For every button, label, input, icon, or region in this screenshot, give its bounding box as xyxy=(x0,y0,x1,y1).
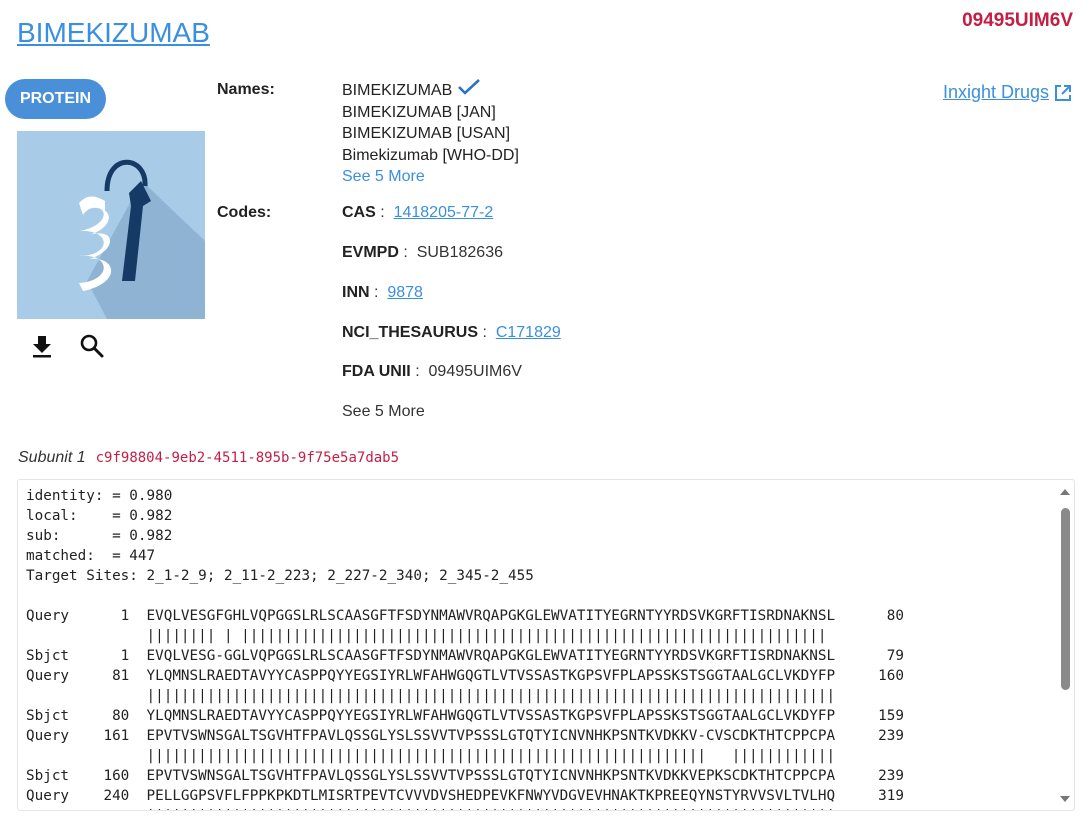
names-see-more-link[interactable]: See 5 More xyxy=(342,168,425,185)
name-item: Bimekizumab [WHO-DD] xyxy=(342,146,519,164)
protein-structure-icon xyxy=(79,159,205,319)
alignment-panel[interactable]: identity: = 0.980 local: = 0.982 sub: = … xyxy=(17,479,1075,811)
inxight-drugs-link[interactable]: Inxight Drugs xyxy=(943,82,1073,103)
code-row-nci: NCI_THESAURUS : C171829 xyxy=(342,324,561,341)
codes-see-more-link[interactable]: See 5 More xyxy=(342,403,425,421)
scroll-up-arrow[interactable] xyxy=(1060,489,1070,495)
substance-title-link[interactable]: BIMEKIZUMAB xyxy=(17,17,210,49)
structure-thumbnail xyxy=(17,131,205,319)
subunit-header: Subunit 1 c9f98804-9eb2-4511-895b-9f75e5a… xyxy=(18,449,400,466)
external-link-icon xyxy=(1055,84,1071,101)
subunit-id: c9f98804-9eb2-4511-895b-9f75e5a7dab5 xyxy=(95,450,400,466)
checkmark-icon xyxy=(457,79,480,95)
scroll-thumb[interactable] xyxy=(1061,508,1070,690)
inn-code-link[interactable]: 9878 xyxy=(387,284,423,301)
nci-code-link[interactable]: C171829 xyxy=(496,324,561,341)
code-row-fda-unii: FDA UNII : 09495UIM6V xyxy=(342,363,522,380)
names-list: BIMEKIZUMAB BIMEKIZUMAB [JAN] BIMEKIZUMA… xyxy=(342,78,519,188)
search-icon xyxy=(80,334,104,358)
cas-code-link[interactable]: 1418205-77-2 xyxy=(394,204,494,221)
scroll-down-arrow[interactable] xyxy=(1060,796,1070,802)
substance-type-badge[interactable]: PROTEIN xyxy=(5,79,106,119)
unii-code-badge: 09495UIM6V xyxy=(962,10,1073,31)
names-label: Names: xyxy=(217,81,275,98)
scrollbar[interactable] xyxy=(1057,480,1074,810)
name-item: BIMEKIZUMAB [JAN] xyxy=(342,103,496,121)
alignment-text: identity: = 0.980 local: = 0.982 sub: = … xyxy=(26,488,904,810)
code-row-inn: INN : 9878 xyxy=(342,284,423,301)
name-item: BIMEKIZUMAB xyxy=(342,78,519,102)
search-structure-button[interactable] xyxy=(78,332,106,360)
download-button[interactable] xyxy=(28,332,56,360)
codes-label: Codes: xyxy=(217,204,272,221)
download-icon xyxy=(33,336,51,358)
name-item: BIMEKIZUMAB [USAN] xyxy=(342,125,511,142)
code-row-evmpd: EVMPD : SUB182636 xyxy=(342,244,503,261)
code-row-cas: CAS : 1418205-77-2 xyxy=(342,204,494,221)
